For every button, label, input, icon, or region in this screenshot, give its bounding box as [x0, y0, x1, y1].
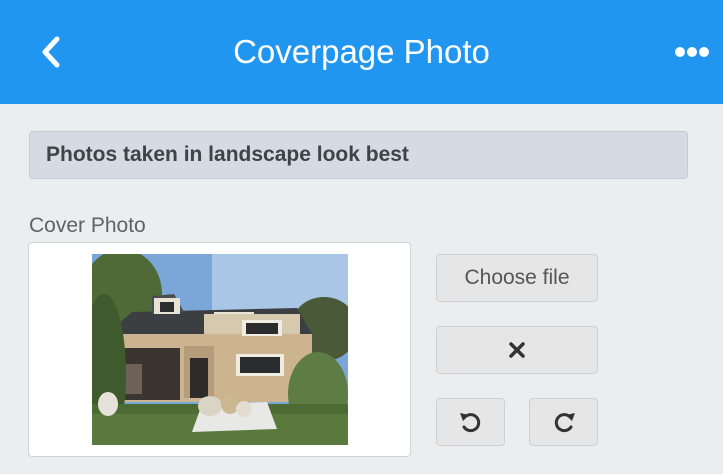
close-icon — [509, 342, 525, 358]
choose-file-button[interactable]: Choose file — [436, 254, 598, 302]
app-header: Coverpage Photo — [0, 0, 723, 104]
rotate-right-icon — [554, 413, 575, 433]
more-horizontal-icon — [675, 47, 709, 57]
cover-photo-label: Cover Photo — [29, 214, 146, 237]
rotate-left-icon — [459, 413, 480, 433]
page-title: Coverpage Photo — [233, 33, 490, 70]
cover-photo-image — [92, 254, 348, 445]
more-menu-button[interactable] — [672, 36, 712, 68]
remove-photo-button[interactable] — [436, 326, 598, 374]
rotate-right-button[interactable] — [529, 398, 598, 446]
rotate-left-button[interactable] — [436, 398, 505, 446]
landscape-hint-banner: Photos taken in landscape look best — [29, 131, 688, 179]
cover-photo-preview — [28, 242, 411, 457]
